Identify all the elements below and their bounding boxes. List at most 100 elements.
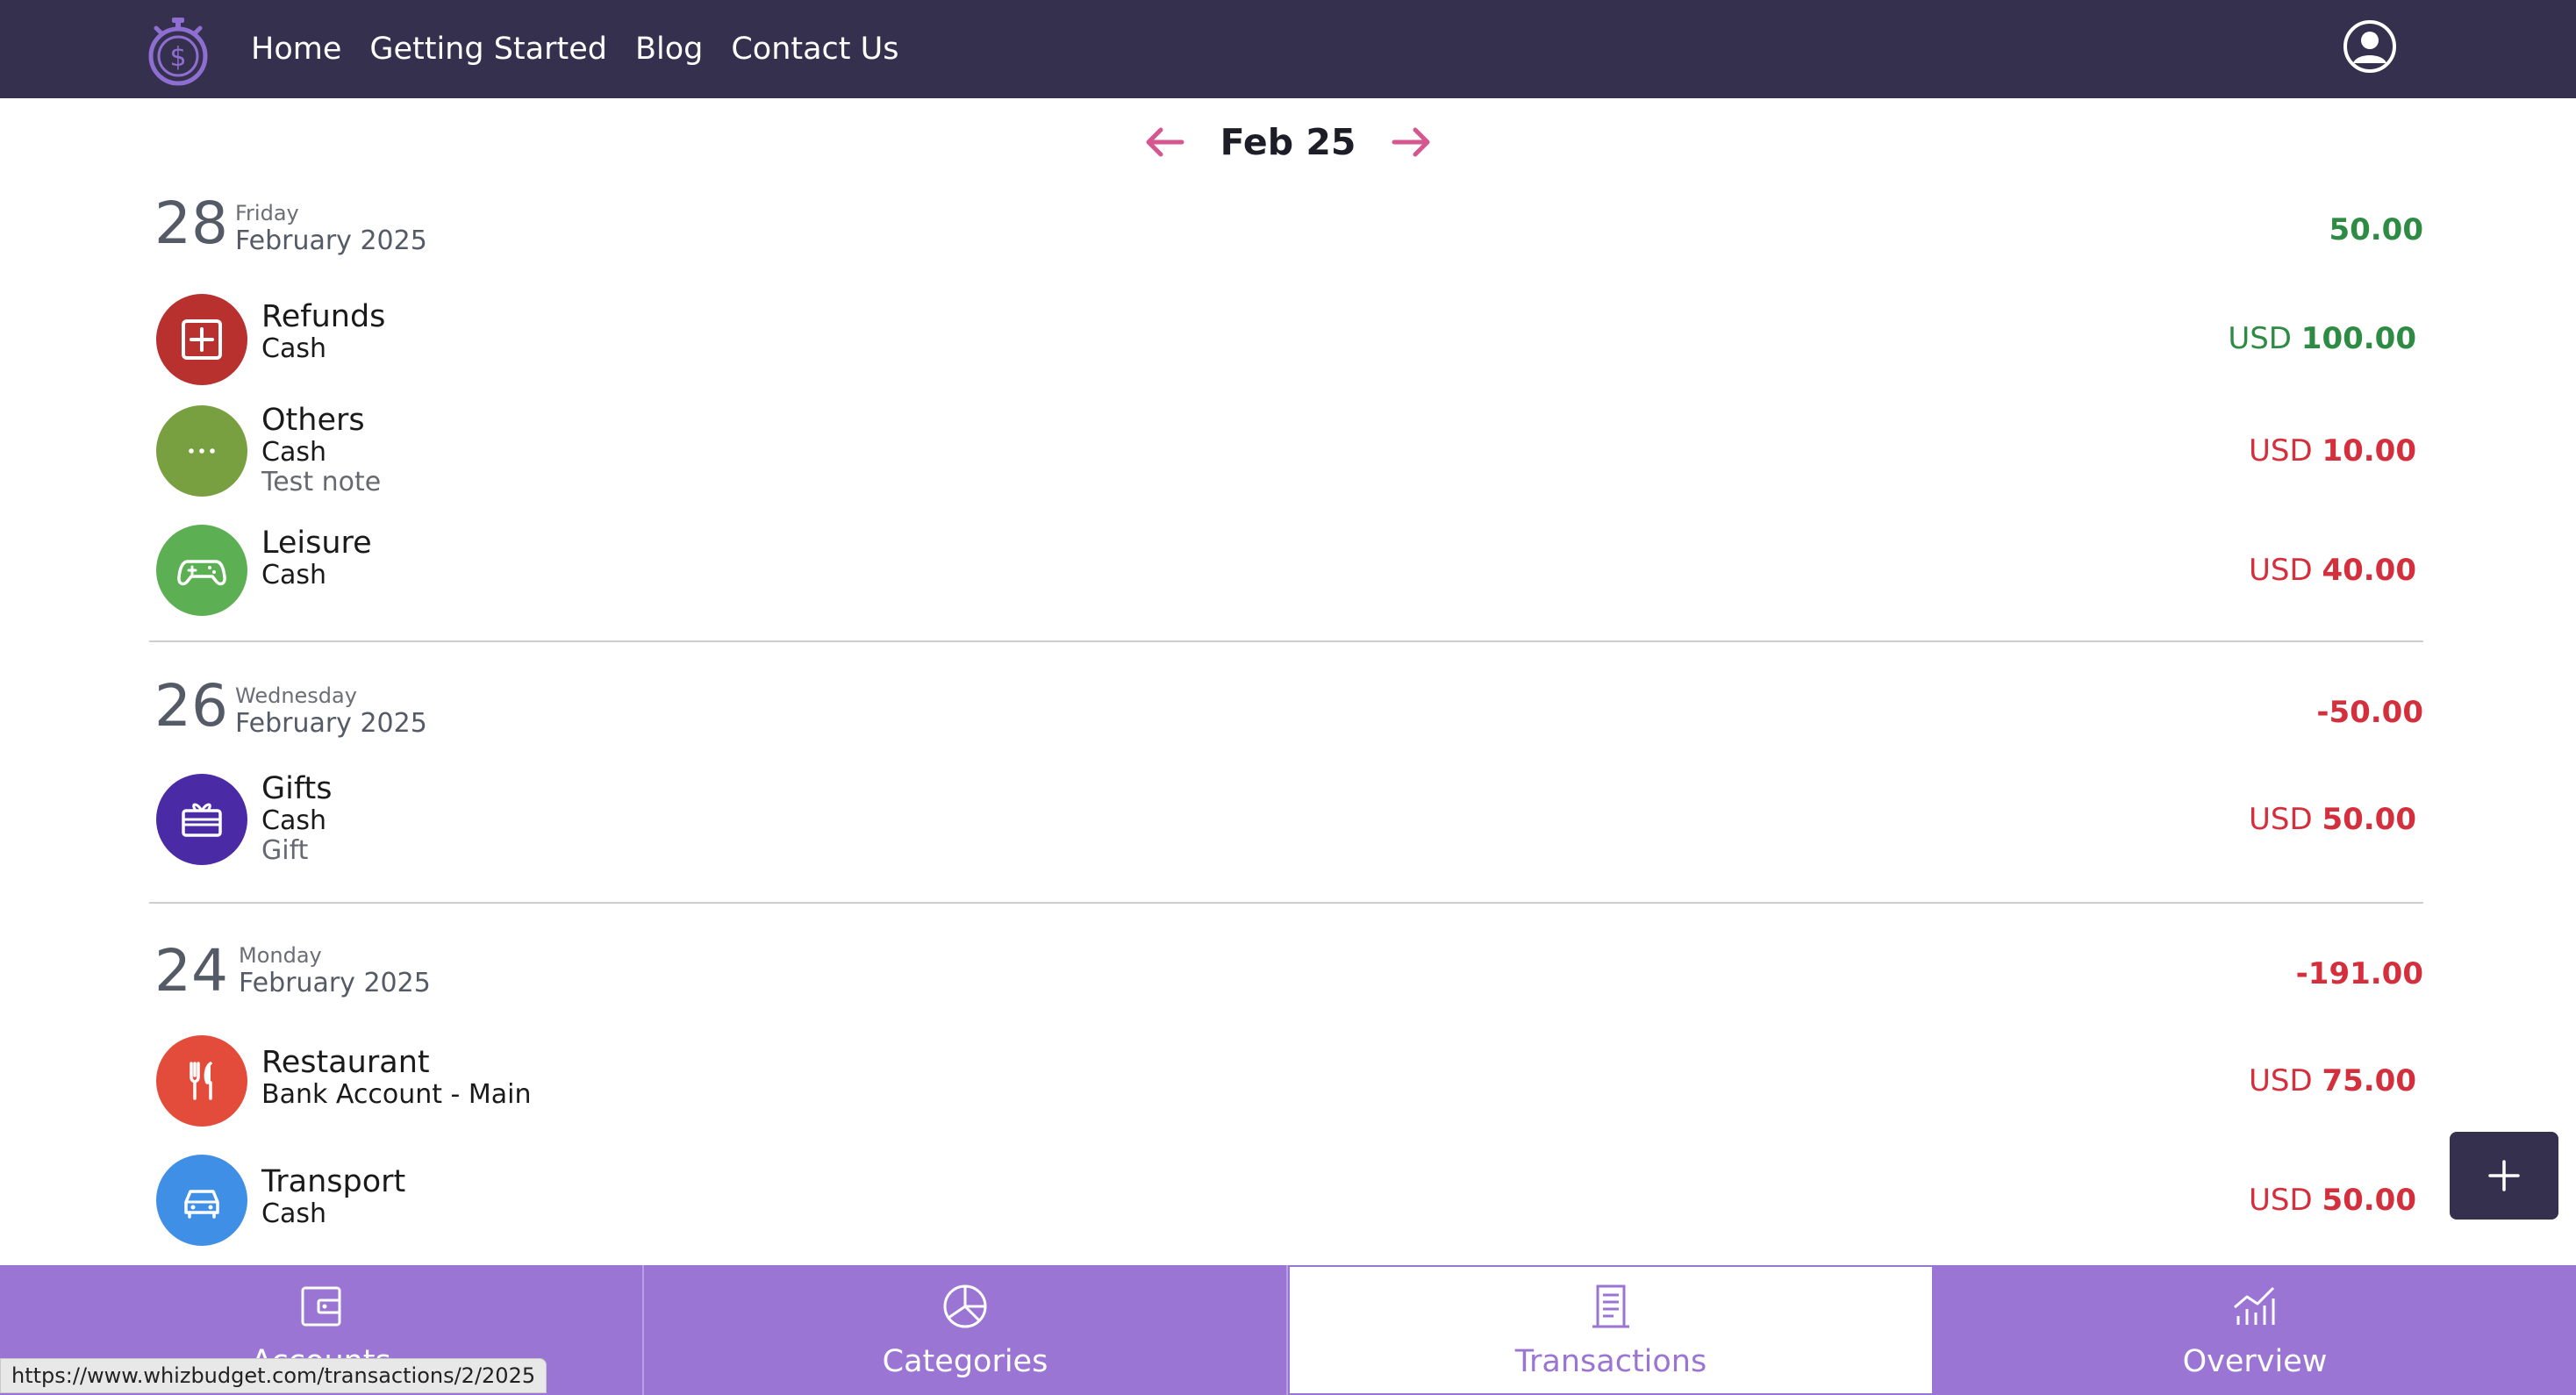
add-transaction-button[interactable] xyxy=(2450,1132,2558,1220)
transaction-category: Transport xyxy=(261,1164,406,1199)
day-total: 50.00 xyxy=(2329,212,2423,247)
wallet-icon xyxy=(301,1286,341,1327)
transaction-account: Cash xyxy=(261,436,326,468)
transaction-row[interactable]: Restaurant Bank Account - Main USD 75.00 xyxy=(149,1035,2423,1155)
transaction-category: Refunds xyxy=(261,299,386,334)
transaction-text: Others Cash Test note xyxy=(261,404,381,498)
browser-status-url: https://www.whizbudget.com/transactions/… xyxy=(0,1358,547,1393)
amount-value: 100.00 xyxy=(2301,321,2416,356)
nav-contact-us[interactable]: Contact Us xyxy=(731,32,898,67)
currency-code: USD xyxy=(2248,802,2313,837)
tab-categories[interactable]: Categories xyxy=(644,1265,1288,1395)
day-number: 26 xyxy=(154,672,228,740)
gift-card-icon xyxy=(182,803,222,837)
amount-value: 50.00 xyxy=(2322,1183,2416,1218)
receipt-icon xyxy=(1592,1284,1629,1328)
transaction-note: Test note xyxy=(261,467,382,497)
day-header: 26 Wednesday February 2025 -50.00 xyxy=(149,642,2423,762)
day-month: February 2025 xyxy=(235,708,427,740)
refunds-category-icon xyxy=(156,294,247,385)
nav-blog[interactable]: Blog xyxy=(635,32,703,67)
stopwatch-dollar-logo-icon[interactable]: $ xyxy=(146,16,211,86)
gifts-category-icon xyxy=(156,774,247,865)
day-weekday: Friday xyxy=(235,201,299,225)
day-meta: Wednesday February 2025 xyxy=(235,683,427,740)
plus-icon xyxy=(2488,1160,2520,1191)
gamepad-icon xyxy=(177,560,226,586)
day-weekday: Wednesday xyxy=(235,683,357,708)
fork-knife-icon xyxy=(190,1062,212,1100)
previous-month-arrow-icon[interactable] xyxy=(1143,125,1185,160)
day-weekday: Monday xyxy=(239,943,322,968)
leisure-category-icon xyxy=(156,525,247,616)
day-total: -50.00 xyxy=(2316,695,2423,730)
day-meta: Monday February 2025 xyxy=(239,944,431,998)
tab-label: Transactions xyxy=(1514,1344,1707,1379)
month-navigator: Feb 25 xyxy=(0,98,2576,186)
transaction-category: Leisure xyxy=(261,526,372,561)
currency-code: USD xyxy=(2248,1063,2313,1098)
day-total: -191.00 xyxy=(2295,956,2423,991)
amount-value: 10.00 xyxy=(2322,433,2416,469)
car-icon xyxy=(184,1190,219,1219)
current-month-label: Feb 25 xyxy=(1220,121,1356,163)
transaction-note: Gift xyxy=(261,835,309,866)
top-navbar: $ Home Getting Started Blog Contact Us xyxy=(0,0,2576,98)
transaction-row[interactable]: Refunds Cash USD 100.00 xyxy=(149,281,2423,398)
tab-transactions[interactable]: Transactions xyxy=(1288,1265,1934,1395)
currency-code: USD xyxy=(2248,1183,2313,1218)
transaction-account: Cash xyxy=(261,1198,326,1229)
transaction-text: Leisure Cash xyxy=(261,526,372,590)
transaction-row[interactable]: Gifts Cash Gift USD 50.00 xyxy=(149,762,2423,902)
tab-label: Categories xyxy=(882,1344,1048,1379)
transaction-row[interactable]: Leisure Cash USD 40.00 xyxy=(149,518,2423,640)
transaction-text: Transport Cash xyxy=(261,1165,405,1229)
currency-code: USD xyxy=(2248,433,2313,469)
transaction-text: Refunds Cash xyxy=(261,300,385,364)
day-month: February 2025 xyxy=(239,968,431,999)
line-chart-icon xyxy=(2234,1286,2275,1325)
plus-square-icon xyxy=(182,319,222,360)
transaction-amount: USD 10.00 xyxy=(2249,433,2416,469)
transaction-row[interactable]: Transport Cash USD 50.00 xyxy=(149,1155,2423,1277)
pie-chart-icon xyxy=(943,1284,987,1328)
transaction-text: Gifts Cash Gift xyxy=(261,772,333,867)
amount-value: 75.00 xyxy=(2322,1063,2416,1098)
day-meta: Friday February 2025 xyxy=(235,201,427,257)
ellipsis-icon xyxy=(189,448,215,454)
day-number: 28 xyxy=(154,190,228,257)
transaction-category: Gifts xyxy=(261,771,333,806)
nav-getting-started[interactable]: Getting Started xyxy=(369,32,607,67)
others-category-icon xyxy=(156,405,247,497)
transaction-amount: USD 40.00 xyxy=(2249,553,2416,588)
amount-value: 40.00 xyxy=(2322,553,2416,588)
day-number: 24 xyxy=(154,937,228,1005)
day-header: 24 Monday February 2025 -191.00 xyxy=(149,904,2423,1035)
transport-category-icon xyxy=(156,1155,247,1246)
nav-home[interactable]: Home xyxy=(251,32,341,67)
day-header: 28 Friday February 2025 50.00 xyxy=(149,186,2423,281)
transaction-account: Cash xyxy=(261,333,326,364)
transactions-list: 28 Friday February 2025 50.00 Refunds Ca… xyxy=(149,186,2423,1277)
transaction-account: Cash xyxy=(261,805,326,836)
currency-code: USD xyxy=(2228,321,2292,356)
transaction-amount: USD 50.00 xyxy=(2249,802,2416,837)
amount-value: 50.00 xyxy=(2322,802,2416,837)
day-month: February 2025 xyxy=(235,225,427,257)
transaction-category: Restaurant xyxy=(261,1045,430,1080)
currency-code: USD xyxy=(2248,553,2313,588)
svg-text:$: $ xyxy=(169,42,186,73)
transaction-category: Others xyxy=(261,403,365,438)
transaction-amount: USD 50.00 xyxy=(2249,1183,2416,1218)
transaction-row[interactable]: Others Cash Test note USD 10.00 xyxy=(149,398,2423,518)
transaction-amount: USD 100.00 xyxy=(2228,321,2416,356)
transaction-text: Restaurant Bank Account - Main xyxy=(261,1046,532,1110)
next-month-arrow-icon[interactable] xyxy=(1391,125,1433,160)
transaction-account: Cash xyxy=(261,559,326,590)
transaction-amount: USD 75.00 xyxy=(2249,1063,2416,1098)
tab-overview[interactable]: Overview xyxy=(1934,1265,2576,1395)
transaction-account: Bank Account - Main xyxy=(261,1078,532,1110)
user-account-icon[interactable] xyxy=(2343,19,2397,74)
main-nav: Home Getting Started Blog Contact Us xyxy=(251,0,899,98)
restaurant-category-icon xyxy=(156,1035,247,1127)
